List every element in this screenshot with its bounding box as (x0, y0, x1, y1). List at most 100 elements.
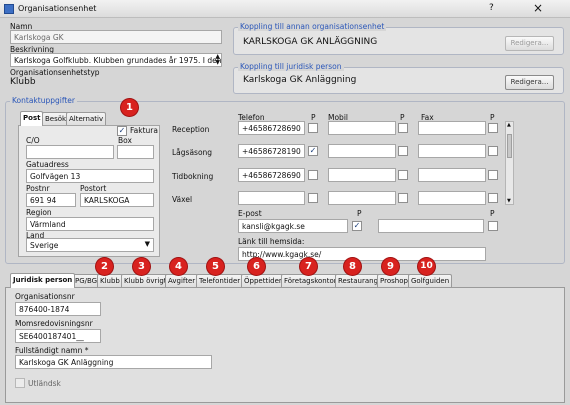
mobile-field[interactable] (328, 168, 396, 182)
street-field[interactable]: Golfvägen 13 (26, 169, 154, 183)
tab-proshop[interactable]: Proshop (377, 274, 411, 287)
tab-post[interactable]: Post (20, 111, 44, 126)
mobile-p-checkbox[interactable] (398, 123, 408, 133)
fullname-field[interactable]: Karlskoga GK Anläggning (15, 355, 212, 369)
orgnr-field[interactable]: 876400-1874 (15, 302, 101, 316)
badge-2: 2 (96, 258, 113, 275)
scroll-thumb[interactable] (507, 134, 512, 158)
tab-phone-hours[interactable]: Telefontider (196, 274, 244, 287)
fax-p-checkbox[interactable] (488, 170, 498, 180)
fax-p-checkbox[interactable] (488, 123, 498, 133)
phone-field[interactable]: +46586728690 (238, 168, 305, 182)
phone-field[interactable]: +46586728190 (238, 144, 305, 158)
coupling-legal-edit-button[interactable]: Redigera... (505, 75, 554, 90)
scroll-down-icon[interactable]: ▼ (507, 198, 511, 204)
foreign-label: Utländsk (28, 379, 61, 388)
mobile-field[interactable] (328, 191, 396, 205)
region-label: Region (26, 208, 52, 217)
tab-legal-person[interactable]: Juridisk person (10, 273, 76, 288)
fax-field[interactable] (418, 191, 486, 205)
city-field[interactable]: KARLSKOGA (80, 193, 154, 207)
fullname-label: Fullständigt namn * (15, 346, 89, 355)
description-text: Karlskoga Golfklubb. Klubben grundades å… (14, 56, 222, 65)
coupling-org-title: Koppling till annan organisationsenhet (238, 22, 387, 31)
mobile-field[interactable] (328, 121, 396, 135)
email-field-2[interactable] (378, 219, 484, 233)
badge-4: 4 (170, 258, 187, 275)
badge-8: 8 (344, 258, 361, 275)
mobile-p-checkbox[interactable] (398, 170, 408, 180)
tab-club-other[interactable]: Klubb övrigt (121, 274, 170, 287)
vat-label: Momsredovisningsnr (15, 319, 93, 328)
row-label: Växel (172, 195, 193, 204)
row-label: Tidbokning (172, 172, 214, 181)
tab-company-office[interactable]: Företagskontor (281, 274, 340, 287)
faktura-box-field[interactable] (117, 145, 154, 159)
email-field[interactable]: kansli@kgagk.se (238, 219, 348, 233)
coupling-legal-value: Karlskoga GK Anläggning (243, 75, 357, 85)
badge-9: 9 (382, 258, 399, 275)
phone-p-checkbox[interactable] (308, 193, 318, 203)
email-p-header-1: P (357, 209, 362, 218)
country-select[interactable]: Sverige ▼ (26, 238, 154, 252)
spin-arrows-icon[interactable]: ▲ ▼ (215, 54, 220, 66)
mobile-p-checkbox[interactable] (398, 193, 408, 203)
tab-opening-hours[interactable]: Öppettider (241, 274, 285, 287)
fax-field[interactable] (418, 121, 486, 135)
mobile-p-checkbox[interactable] (398, 146, 408, 156)
phone-p-checkbox[interactable]: ✓ (308, 146, 318, 156)
coupling-legal-title: Koppling till juridisk person (238, 62, 344, 71)
unit-type-label: Organisationsenhetstyp (10, 68, 100, 77)
country-value: Sverige (30, 241, 59, 250)
co-field[interactable] (26, 145, 114, 159)
email-p-header-2: P (490, 209, 495, 218)
row-label: Reception (172, 125, 210, 134)
badge-5: 5 (207, 258, 224, 275)
co-label: C/O (26, 136, 40, 145)
tab-alternative[interactable]: Alternativ (66, 112, 107, 125)
row-label: Lågsäsong (172, 148, 213, 157)
web-field[interactable]: http://www.kgagk.se/ (238, 247, 486, 261)
web-label: Länk till hemsida: (238, 237, 305, 246)
phone-field[interactable] (238, 191, 305, 205)
description-field[interactable]: Karlskoga Golfklubb. Klubben grundades å… (10, 53, 222, 67)
email-p-checkbox[interactable]: ✓ (352, 221, 362, 231)
col-p-header-3: P (490, 113, 495, 122)
mobile-field[interactable] (328, 144, 396, 158)
phone-field[interactable]: +46586728690 (238, 121, 305, 135)
phone-p-checkbox[interactable] (308, 123, 318, 133)
fax-field[interactable] (418, 144, 486, 158)
name-field[interactable]: Karlskoga GK (10, 30, 222, 44)
col-p-header-1: P (311, 113, 316, 122)
region-field[interactable]: Värmland (26, 217, 154, 231)
coupling-org-edit-button[interactable]: Redigera... (505, 36, 554, 51)
tab-restaurant[interactable]: Restaurang (335, 274, 382, 287)
contact-title: Kontaktuppgifter (10, 96, 77, 105)
scroll-up-icon[interactable]: ▲ (507, 122, 511, 128)
tab-pg-bg[interactable]: PG/BG (72, 274, 101, 287)
foreign-checkbox[interactable] (15, 378, 25, 388)
badge-1: 1 (121, 99, 138, 116)
phone-p-checkbox[interactable] (308, 170, 318, 180)
orgnr-label: Organisationsnr (15, 292, 75, 301)
tab-fees[interactable]: Avgifter (165, 274, 199, 287)
chevron-down-icon: ▼ (144, 240, 150, 248)
badge-7: 7 (300, 258, 317, 275)
tab-club[interactable]: Klubb (97, 274, 123, 287)
email-p-checkbox-2[interactable] (488, 221, 498, 231)
tab-golf-guide[interactable]: Golfguiden (408, 274, 453, 287)
street-label: Gatuadress (26, 160, 69, 169)
fax-p-checkbox[interactable] (488, 146, 498, 156)
vat-field[interactable]: SE6400187401__ (15, 329, 101, 343)
coupling-org-value: KARLSKOGA GK ANLÄGGNING (243, 37, 378, 47)
phone-scrollbar[interactable]: ▲ ▼ (505, 121, 514, 205)
help-button[interactable]: ? (489, 3, 494, 13)
city-label: Postort (80, 184, 107, 193)
close-button[interactable]: × (533, 1, 543, 15)
badge-10: 10 (418, 258, 435, 275)
fax-field[interactable] (418, 168, 486, 182)
fax-p-checkbox[interactable] (488, 193, 498, 203)
zip-label: Postnr (26, 184, 50, 193)
title-bar: Organisationsenhet ? × (0, 0, 570, 18)
zip-field[interactable]: 691 94 (26, 193, 76, 207)
